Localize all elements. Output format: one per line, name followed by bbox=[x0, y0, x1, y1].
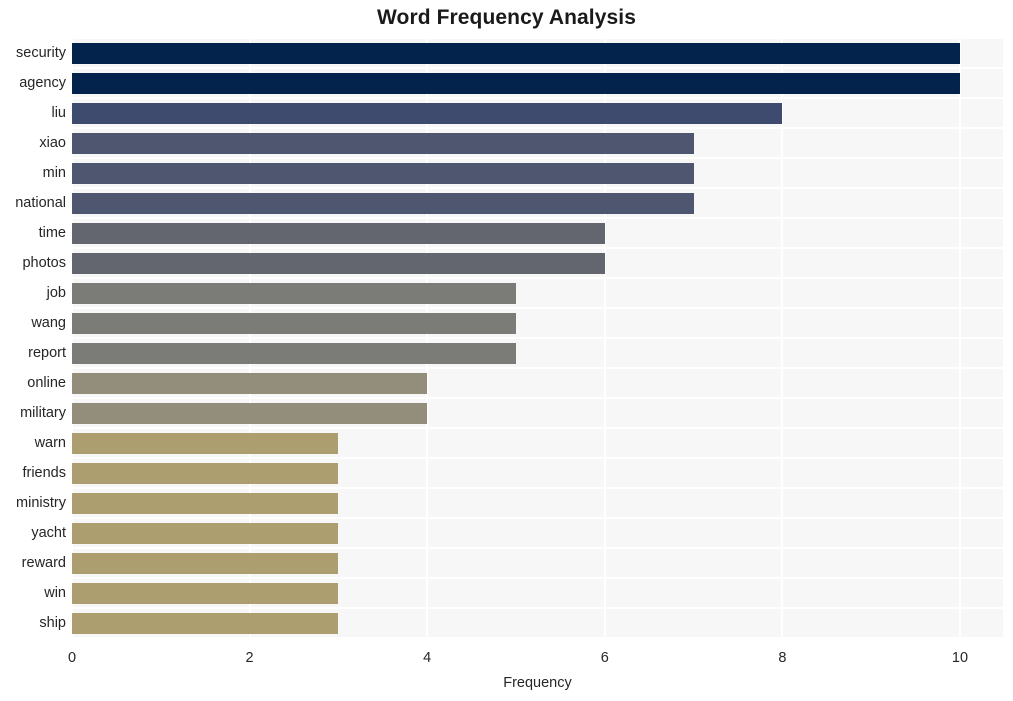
bar-row bbox=[72, 582, 1003, 604]
x-tick-label-10: 10 bbox=[951, 650, 969, 666]
y-tick-label-min: min bbox=[42, 165, 66, 181]
bar-row bbox=[72, 252, 1003, 274]
bar-row bbox=[72, 132, 1003, 154]
y-tick-label-time: time bbox=[38, 225, 66, 241]
bar-security bbox=[72, 42, 960, 64]
bar-row bbox=[72, 432, 1003, 454]
y-tick-label-ship: ship bbox=[39, 615, 66, 631]
bar-agency bbox=[72, 72, 960, 94]
bar-row bbox=[72, 282, 1003, 304]
y-tick-label-photos: photos bbox=[22, 255, 66, 271]
bar-liu bbox=[72, 102, 783, 124]
y-tick-label-security: security bbox=[16, 45, 66, 61]
y-tick-label-friends: friends bbox=[22, 465, 66, 481]
y-tick-label-liu: liu bbox=[51, 105, 66, 121]
bar-row bbox=[72, 402, 1003, 424]
y-tick-label-job: job bbox=[46, 285, 66, 301]
x-axis-tick-labels: 0 2 4 6 8 10 bbox=[0, 638, 1013, 668]
bar-photos bbox=[72, 252, 605, 274]
bar-row bbox=[72, 162, 1003, 184]
bar-friends bbox=[72, 462, 339, 484]
y-tick-label-xiao: xiao bbox=[39, 135, 66, 151]
bars-layer bbox=[72, 38, 1003, 638]
bar-online bbox=[72, 372, 428, 394]
x-tick-label-2: 2 bbox=[245, 650, 254, 666]
bar-row bbox=[72, 342, 1003, 364]
bar-warn bbox=[72, 432, 339, 454]
y-tick-label-agency: agency bbox=[19, 75, 66, 91]
plot-area bbox=[71, 37, 1003, 639]
y-tick-label-win: win bbox=[44, 585, 66, 601]
y-tick-label-reward: reward bbox=[21, 555, 66, 571]
bar-row bbox=[72, 492, 1003, 514]
bar-time bbox=[72, 222, 605, 244]
y-tick-label-national: national bbox=[15, 195, 66, 211]
bar-row bbox=[72, 72, 1003, 94]
x-tick-label-6: 6 bbox=[600, 650, 609, 666]
bar-row bbox=[72, 522, 1003, 544]
bar-national bbox=[72, 192, 694, 214]
bar-reward bbox=[72, 552, 339, 574]
y-tick-label-ministry: ministry bbox=[16, 495, 66, 511]
bar-row bbox=[72, 222, 1003, 244]
y-tick-label-yacht: yacht bbox=[31, 525, 66, 541]
x-tick-label-0: 0 bbox=[67, 650, 77, 666]
y-tick-label-wang: wang bbox=[31, 315, 66, 331]
bar-yacht bbox=[72, 522, 339, 544]
bar-ship bbox=[72, 612, 339, 634]
bar-row bbox=[72, 42, 1003, 64]
y-tick-label-online: online bbox=[27, 375, 66, 391]
bar-job bbox=[72, 282, 516, 304]
bar-row bbox=[72, 612, 1003, 634]
bar-report bbox=[72, 342, 516, 364]
y-axis-tick-labels: security agency liu xiao min national time phot… bbox=[0, 38, 66, 638]
chart-title: Word Frequency Analysis bbox=[376, 6, 637, 29]
x-axis-title: Frequency bbox=[503, 675, 572, 691]
bar-wang bbox=[72, 312, 516, 334]
bar-row bbox=[72, 552, 1003, 574]
bar-min bbox=[72, 162, 694, 184]
bar-ministry bbox=[72, 492, 339, 514]
bar-military bbox=[72, 402, 428, 424]
x-tick-label-8: 8 bbox=[778, 650, 787, 666]
word-frequency-chart: Word Frequency Analysis security agency li… bbox=[0, 0, 1013, 701]
bar-xiao bbox=[72, 132, 694, 154]
x-tick-label-4: 4 bbox=[423, 650, 432, 666]
y-tick-label-warn: warn bbox=[34, 435, 66, 451]
bar-row bbox=[72, 312, 1003, 334]
bar-row bbox=[72, 372, 1003, 394]
y-tick-label-military: military bbox=[20, 405, 66, 421]
bar-row bbox=[72, 102, 1003, 124]
bar-win bbox=[72, 582, 339, 604]
bar-row bbox=[72, 462, 1003, 484]
y-tick-label-report: report bbox=[28, 345, 66, 361]
bar-row bbox=[72, 192, 1003, 214]
